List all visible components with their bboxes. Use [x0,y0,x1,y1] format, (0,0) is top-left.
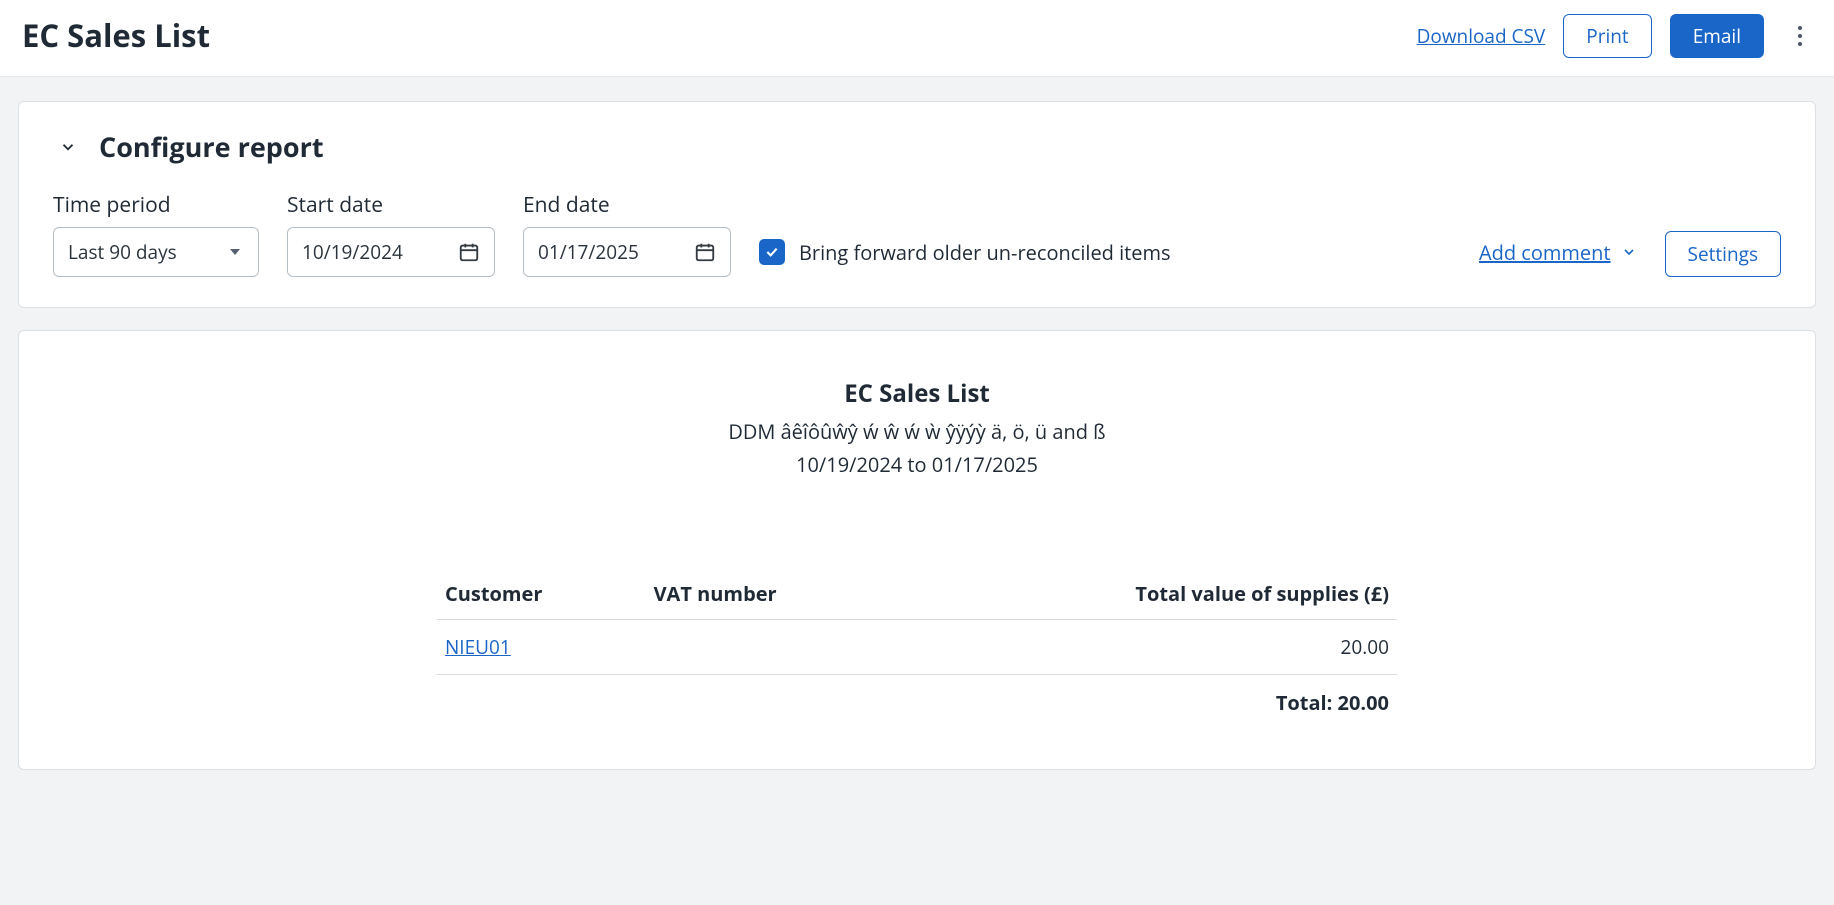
chevron-down-icon [1621,244,1637,260]
report-header: EC Sales List DDM âêîôûŵŷ ẃ ŵ ẃ ẁ ŷÿýỳ ä… [39,377,1795,478]
end-date-label: End date [523,191,731,219]
header-actions: Download CSV Print Email [1417,14,1812,58]
report-table-wrap: Customer VAT number Total value of suppl… [437,568,1397,730]
print-button[interactable]: Print [1563,14,1651,58]
col-total: Total value of supplies (£) [901,568,1397,620]
page-title: EC Sales List [22,15,210,57]
report-card: EC Sales List DDM âêîôûŵŷ ẃ ŵ ẃ ẁ ŷÿýỳ ä… [18,330,1816,770]
more-options-button[interactable] [1788,21,1812,51]
total-cell: 20.00 [901,620,1397,675]
table-row: NIEU01 20.00 [437,620,1397,675]
report-date-range: 10/19/2024 to 01/17/2025 [39,451,1795,478]
bring-forward-field: Bring forward older un-reconciled items [759,227,1171,277]
time-period-select[interactable]: Last 90 days [53,227,259,277]
end-date-value: 01/17/2025 [538,239,639,265]
end-date-input[interactable]: 01/17/2025 [523,227,731,277]
chevron-down-icon [59,138,77,156]
page-header: EC Sales List Download CSV Print Email [0,0,1834,77]
configure-report-header[interactable]: Configure report [59,128,1781,165]
start-date-label: Start date [287,191,495,219]
col-customer: Customer [437,568,646,620]
end-date-field: End date 01/17/2025 [523,191,731,277]
configure-report-title: Configure report [99,128,324,165]
caret-down-icon [230,249,240,255]
configure-report-card: Configure report Time period Last 90 day… [18,101,1816,308]
customer-link[interactable]: NIEU01 [445,634,511,660]
email-button[interactable]: Email [1670,14,1764,58]
time-period-label: Time period [53,191,259,219]
start-date-value: 10/19/2024 [302,239,403,265]
report-subtitle: DDM âêîôûŵŷ ẃ ŵ ẃ ẁ ŷÿýỳ ä, ö, ü and ß [39,418,1795,445]
start-date-field: Start date 10/19/2024 [287,191,495,277]
report-table: Customer VAT number Total value of suppl… [437,568,1397,730]
add-comment-link[interactable]: Add comment [1479,227,1637,277]
calendar-icon [458,241,480,263]
report-total: Total: 20.00 [437,675,1397,731]
check-icon [764,244,780,260]
time-period-value: Last 90 days [68,239,177,265]
bring-forward-label: Bring forward older un-reconciled items [799,239,1171,266]
download-csv-link[interactable]: Download CSV [1417,23,1546,49]
settings-button[interactable]: Settings [1665,231,1781,277]
start-date-input[interactable]: 10/19/2024 [287,227,495,277]
add-comment-label: Add comment [1479,239,1611,266]
bring-forward-checkbox[interactable] [759,239,785,265]
col-vat: VAT number [646,568,902,620]
report-title: EC Sales List [39,377,1795,410]
calendar-icon [694,241,716,263]
time-period-field: Time period Last 90 days [53,191,259,277]
configure-report-row: Time period Last 90 days Start date 10/1… [53,191,1781,277]
vat-cell [646,620,902,675]
